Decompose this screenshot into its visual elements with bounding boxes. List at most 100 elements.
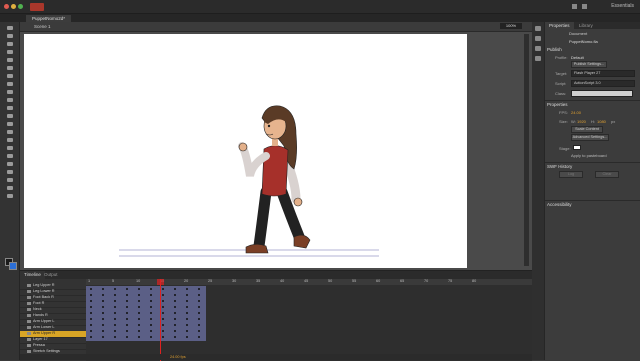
keyframe-dot[interactable] [126,288,128,290]
keyframe-dot[interactable] [198,336,200,338]
keyframe-dot[interactable] [174,336,176,338]
keyframe-dot[interactable] [126,330,128,332]
keyframe-dot[interactable] [174,318,176,320]
keyframe-dot[interactable] [150,294,152,296]
keyframe-dot[interactable] [174,306,176,308]
minimize-window-icon[interactable] [11,4,16,9]
keyframe-dot[interactable] [138,294,140,296]
eyedropper-tool-icon[interactable] [7,154,13,158]
eraser-tool-icon[interactable] [7,162,13,166]
tab-properties[interactable]: Properties [545,22,574,29]
keyframe-dot[interactable] [186,318,188,320]
keyframe-dot[interactable] [102,312,104,314]
keyframe-dot[interactable] [198,300,200,302]
paint-brush-tool-icon[interactable] [7,122,13,126]
keyframe-dot[interactable] [162,312,164,314]
keyframe-dot[interactable] [162,288,164,290]
keyframe-dot[interactable] [138,306,140,308]
fill-color-swatch[interactable] [9,262,17,270]
keyframe-dot[interactable] [90,300,92,302]
text-tool-icon[interactable] [7,74,13,78]
keyframe-dot[interactable] [174,324,176,326]
playhead[interactable] [160,279,161,361]
pen-tool-icon[interactable] [7,66,13,70]
keyframe-dot[interactable] [186,330,188,332]
keyframe-dot[interactable] [102,318,104,320]
height-value[interactable]: 1080 [597,119,606,124]
keyframe-dot[interactable] [162,294,164,296]
keyframe-dot[interactable] [198,324,200,326]
keyframe-dot[interactable] [186,300,188,302]
keyframe-dot[interactable] [138,324,140,326]
keyframe-dot[interactable] [102,294,104,296]
keyframe-dot[interactable] [198,312,200,314]
keyframe-dot[interactable] [114,324,116,326]
keyframe-dot[interactable] [150,318,152,320]
stage-canvas[interactable] [24,34,467,268]
keyframe-dot[interactable] [90,312,92,314]
keyframe-dot[interactable] [138,288,140,290]
keyframe-dot[interactable] [174,300,176,302]
hand-tool-icon[interactable] [7,186,13,190]
scene-breadcrumb[interactable]: Scene 1 [34,24,51,29]
keyframe-dot[interactable] [102,336,104,338]
keyframe-dot[interactable] [126,312,128,314]
subselection-tool-icon[interactable] [7,34,13,38]
keyframe-dot[interactable] [174,330,176,332]
gradient-tool-icon[interactable] [7,50,13,54]
library-panel-icon[interactable] [535,36,541,41]
stage-color-swatch[interactable] [573,145,581,150]
keyframe-dot[interactable] [126,318,128,320]
keyframe-dot[interactable] [174,312,176,314]
keyframe-dot[interactable] [186,324,188,326]
keyframe-dot[interactable] [90,306,92,308]
keyframe-dot[interactable] [126,324,128,326]
zoom-tool-icon[interactable] [7,194,13,198]
keyframe-dot[interactable] [90,318,92,320]
keyframe-dot[interactable] [138,330,140,332]
oval-tool-icon[interactable] [7,98,13,102]
keyframe-dot[interactable] [102,330,104,332]
color-panel-icon[interactable] [535,46,541,51]
target-select[interactable]: Flash Player 27 [571,70,635,77]
free-transform-tool-icon[interactable] [7,42,13,46]
frame-ruler[interactable]: 15101520253035404550556065707580 [86,279,532,285]
advanced-settings-button[interactable]: Advanced Settings... [571,134,609,141]
keyframe-dot[interactable] [186,288,188,290]
frames-grid[interactable]: 15101520253035404550556065707580 [86,279,532,361]
rectangle-tool-icon[interactable] [7,90,13,94]
keyframe-dot[interactable] [198,294,200,296]
keyframe-dot[interactable] [186,312,188,314]
log-button[interactable]: Log [559,171,583,178]
lasso-tool-icon[interactable] [7,58,13,62]
keyframe-dot[interactable] [126,306,128,308]
keyframe-dot[interactable] [114,294,116,296]
keyframe-dot[interactable] [174,294,176,296]
maximize-window-icon[interactable] [18,4,23,9]
keyframe-dot[interactable] [114,330,116,332]
apply-to-pasteboard-checkbox[interactable]: Apply to pasteboard [571,153,607,158]
pencil-tool-icon[interactable] [7,106,13,110]
swf-history-section-header[interactable]: SWF History [547,164,572,169]
document-tab[interactable]: PuppetNomo2d* [26,15,72,22]
keyframe-dot[interactable] [114,336,116,338]
keyframe-dot[interactable] [162,330,164,332]
keyframe-dot[interactable] [102,288,104,290]
keyframe-dot[interactable] [138,312,140,314]
keyframe-dot[interactable] [126,300,128,302]
clear-button[interactable]: Clear [595,171,619,178]
keyframe-dot[interactable] [150,288,152,290]
zoom-field[interactable]: 100% [500,23,522,29]
properties-section-header[interactable]: Properties [547,102,568,107]
keyframe-dot[interactable] [102,306,104,308]
keyframe-dot[interactable] [150,324,152,326]
keyframe-dot[interactable] [150,336,152,338]
keyframe-dot[interactable] [162,306,164,308]
keyframe-dot[interactable] [90,324,92,326]
keyframe-dot[interactable] [150,312,152,314]
keyframe-dot[interactable] [186,306,188,308]
properties-panel-icon[interactable] [535,26,541,31]
keyframe-dot[interactable] [114,300,116,302]
accessibility-section-header[interactable]: Accessibility [547,202,572,207]
brush-tool-icon[interactable] [7,114,13,118]
